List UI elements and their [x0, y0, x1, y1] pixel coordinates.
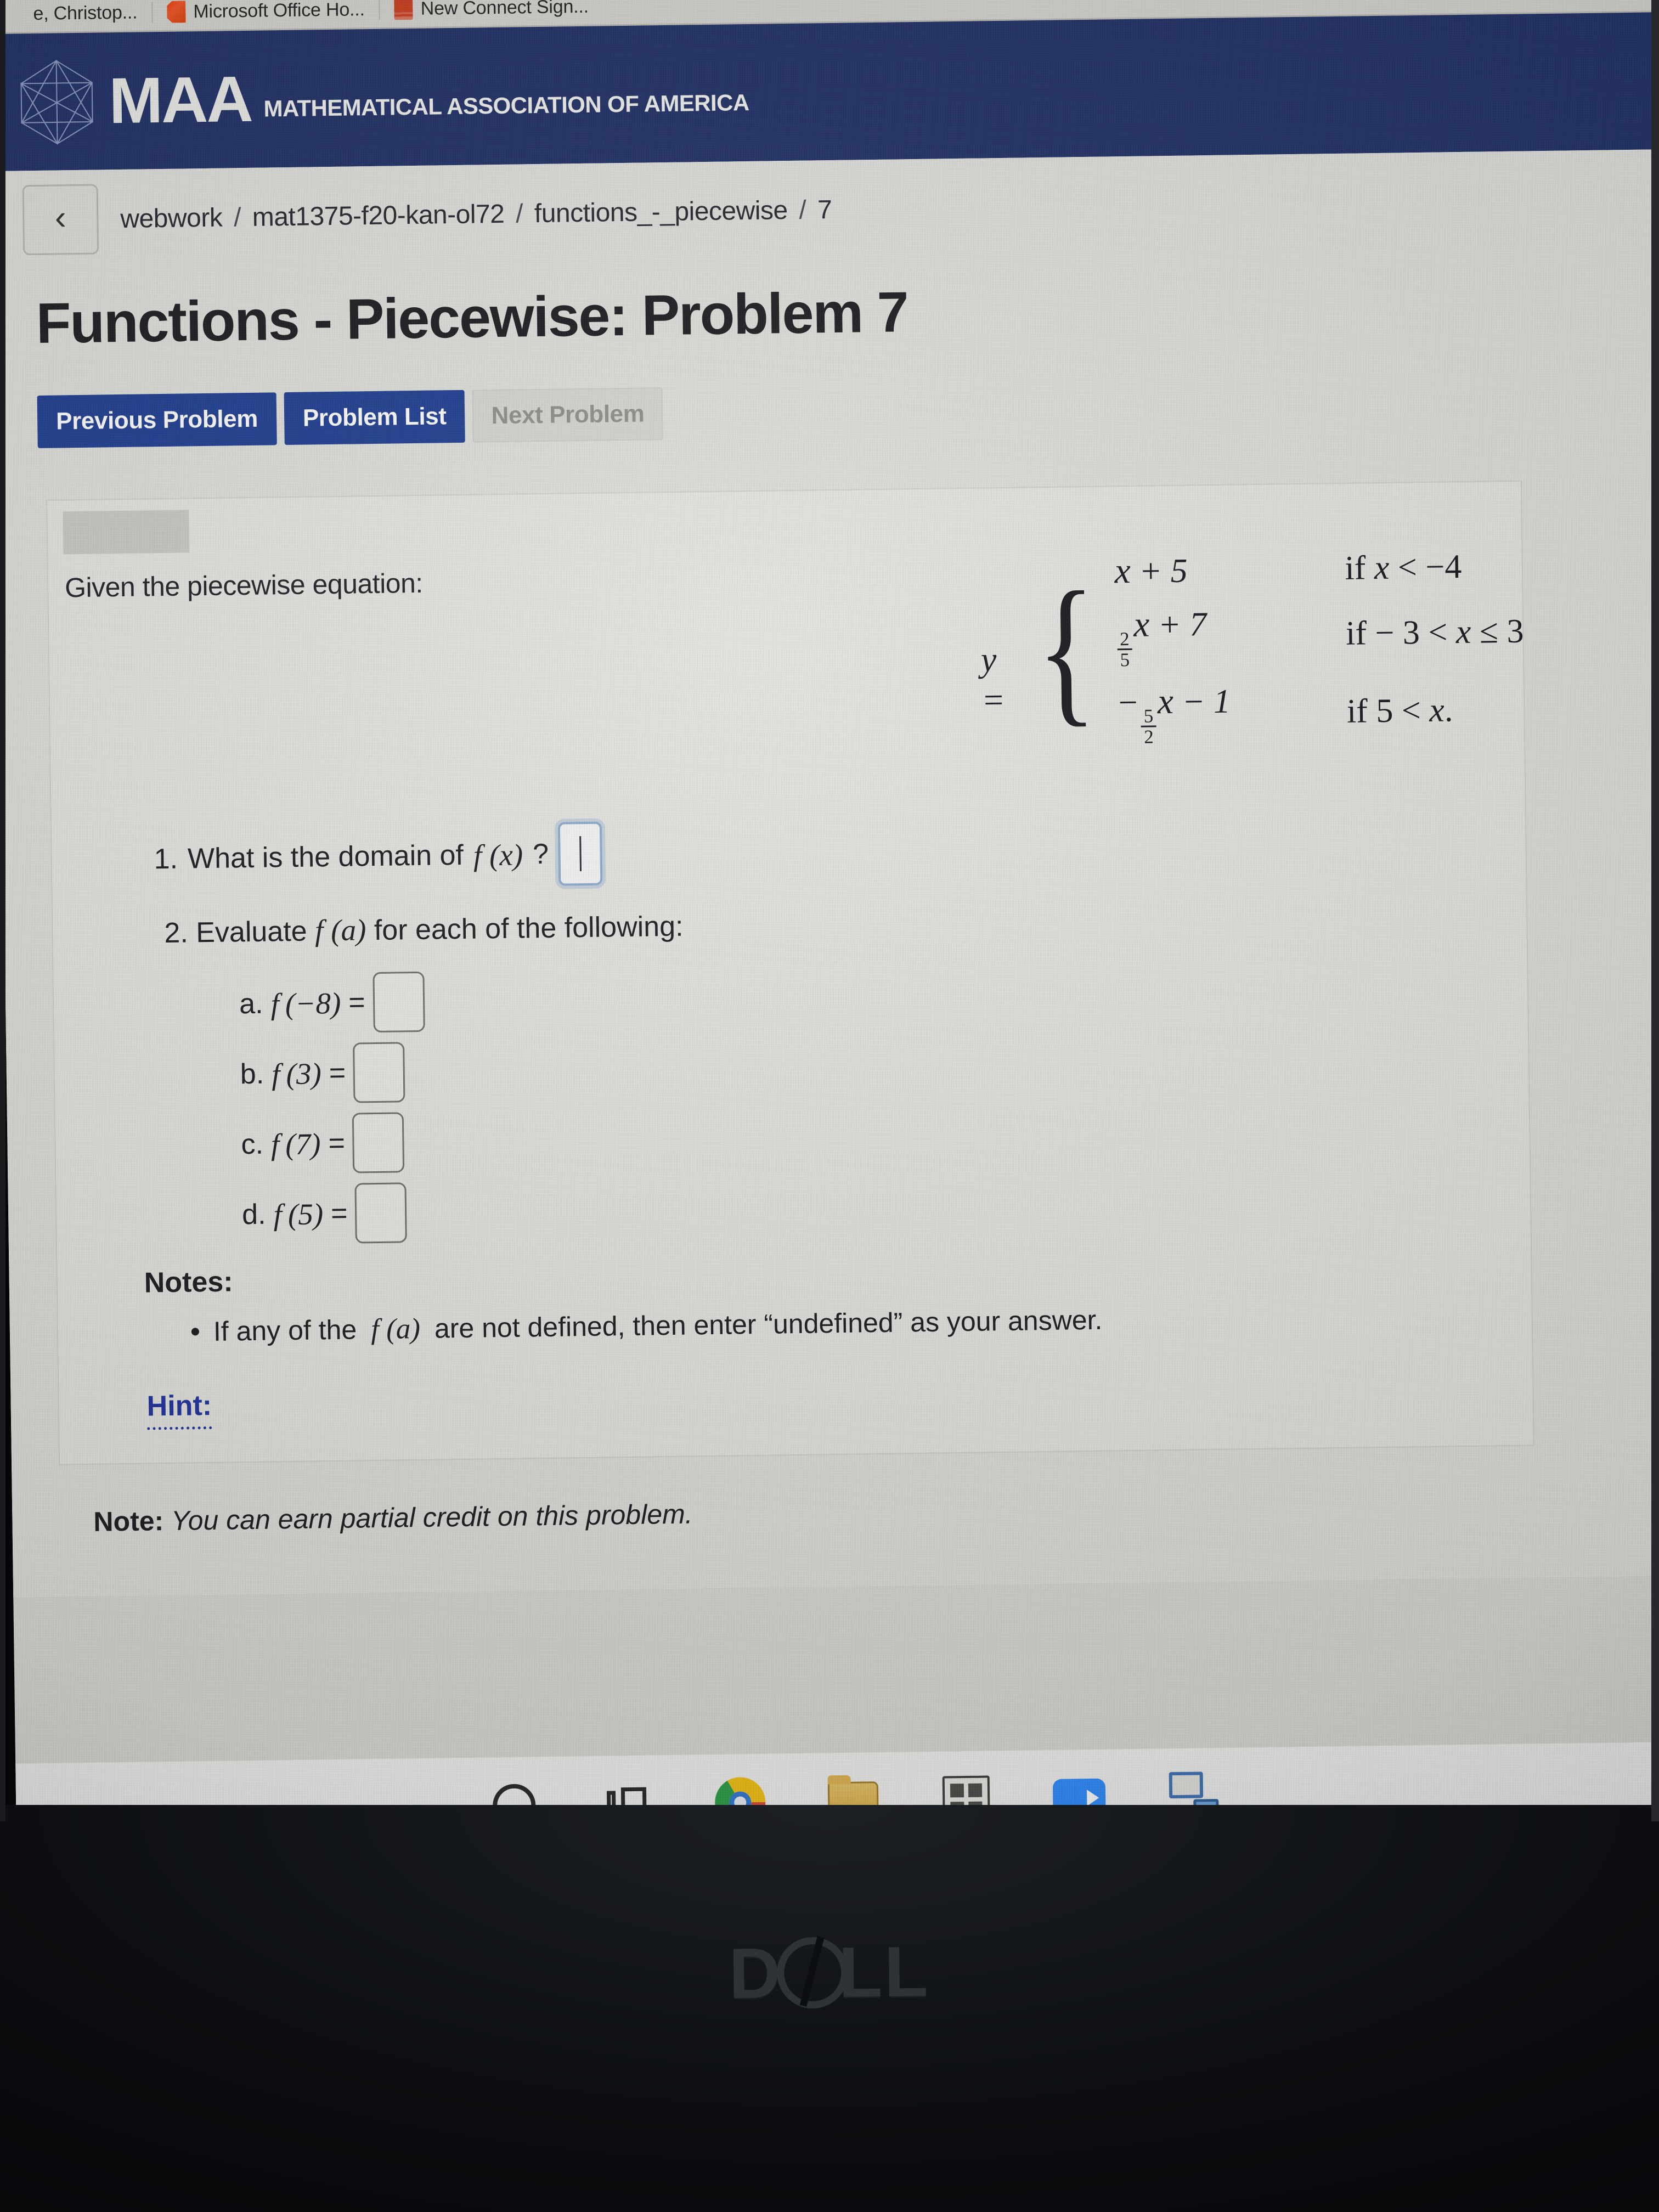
left-brace-icon: {: [1035, 558, 1097, 741]
text-caret: [579, 836, 582, 872]
photo-frame: e, Christop... Microsoft Office Ho... Ne…: [0, 0, 1659, 2212]
answer-input-a[interactable]: [372, 971, 425, 1033]
page-title: Functions - Piecewise: Problem 7: [36, 280, 909, 356]
fraction-5-2: 5 2: [1141, 705, 1156, 748]
question-1-number: 1.: [154, 843, 178, 876]
status-placeholder-chip: [63, 510, 190, 555]
answer-input-b[interactable]: [353, 1042, 405, 1103]
notes-text-before: If any of the: [213, 1314, 357, 1347]
sub-question-a-math: f (−8): [270, 986, 341, 1021]
sub-question-d: d. f (5) =: [241, 1177, 427, 1250]
sub-question-a-label: a.: [239, 988, 263, 1020]
equation-expression: x + 5: [1114, 550, 1188, 591]
notes-heading: Notes:: [144, 1266, 233, 1299]
photo-right-edge: [1651, 0, 1659, 1821]
back-button[interactable]: ‹: [22, 184, 99, 256]
notes-math: f (a): [370, 1313, 421, 1346]
sub-question-c-equals: =: [328, 1127, 346, 1160]
sub-question-b: b. f (3) =: [240, 1037, 426, 1109]
sub-question-b-equals: =: [329, 1057, 346, 1090]
site-header-banner: MAA MATHEMATICAL ASSOCIATION OF AMERICA: [0, 12, 1659, 171]
given-equation-label: Given the piecewise equation:: [64, 567, 424, 603]
question-1: 1. What is the domain of f (x) ?: [154, 821, 603, 891]
sub-question-list: a. f (−8) = b. f (3) = c. f (7) = d. f (…: [239, 967, 427, 1250]
question-2-text: Evaluate: [195, 915, 307, 949]
partial-credit-note-label: Note:: [93, 1505, 164, 1537]
browser-tab[interactable]: e, Christop...: [0, 0, 152, 34]
maa-logo-text[interactable]: MAA: [109, 63, 252, 137]
sub-question-d-label: d.: [241, 1198, 266, 1231]
red-doc-icon: [394, 0, 414, 20]
equation-expression: 2 5 x + 7: [1115, 601, 1346, 670]
hint-link[interactable]: Hint:: [146, 1389, 212, 1430]
equation-condition: if 5 < x.: [1346, 691, 1453, 730]
sub-question-c: c. f (7) =: [241, 1107, 427, 1180]
sub-question-c-math: f (7): [270, 1126, 321, 1161]
equation-condition: if x < −4: [1345, 548, 1462, 587]
next-problem-button: Next Problem: [472, 387, 664, 443]
laptop-bezel: D LL: [0, 1805, 1659, 2212]
dell-e-ring-icon: [766, 1927, 859, 2019]
question-1-text-after: ?: [532, 838, 549, 871]
piecewise-equation: y = { x + 5 if x < −4 2 5 x + 7 if − 3 <…: [979, 545, 1525, 749]
page-body: Functions - Piecewise: Problem 7 Previou…: [0, 248, 1659, 1598]
problem-list-button[interactable]: Problem List: [284, 390, 466, 445]
question-1-text: What is the domain of: [187, 839, 464, 875]
browser-tab[interactable]: New Connect Sign...: [380, 0, 603, 29]
partial-credit-note: Note: You can earn partial credit on thi…: [93, 1498, 693, 1538]
breadcrumb-item-webwork[interactable]: webwork: [120, 203, 223, 233]
breadcrumb-separator: /: [515, 199, 523, 229]
question-2: 2. Evaluate f (a) for each of the follow…: [164, 909, 684, 950]
dell-brand-logo: D LL: [729, 1925, 930, 2019]
equation-expression: − 5 2 x − 1: [1116, 681, 1231, 748]
browser-tab-title: Microsoft Office Ho...: [193, 0, 365, 22]
sub-question-c-label: c.: [241, 1128, 264, 1161]
answer-input-d[interactable]: [354, 1182, 408, 1244]
sub-question-a-equals: =: [348, 986, 366, 1019]
breadcrumb-item-set[interactable]: functions_-_piecewise: [534, 196, 788, 228]
equation-row: − 5 2 x − 1 if 5 < x.: [1116, 676, 1525, 748]
domain-input[interactable]: [558, 821, 603, 886]
office-icon: [167, 1, 186, 22]
breadcrumb-separator: /: [799, 195, 806, 225]
question-2-math: f (a): [314, 913, 366, 947]
breadcrumb-item-course[interactable]: mat1375-f20-kan-ol72: [252, 199, 504, 232]
question-1-math: f (x): [473, 837, 523, 872]
generic-favicon: [7, 3, 26, 25]
breadcrumb-separator: /: [233, 202, 241, 232]
chevron-left-icon: ‹: [54, 199, 67, 237]
browser-tab-title: e, Christop...: [33, 2, 138, 24]
question-2-text-after: for each of the following:: [374, 910, 684, 947]
breadcrumb-item-problem[interactable]: 7: [817, 195, 832, 224]
equation-row: x + 5 if x < −4: [1114, 545, 1523, 592]
equation-rows: x + 5 if x < −4 2 5 x + 7 if − 3 < x ≤ 3…: [1114, 545, 1525, 748]
icosahedron-icon: [20, 59, 94, 145]
photo-left-edge: [0, 0, 5, 1821]
problem-card: Given the piecewise equation: y = { x + …: [46, 480, 1534, 1465]
problem-nav-buttons: Previous Problem Problem List Next Probl…: [37, 387, 664, 448]
browser-tab[interactable]: Microsoft Office Ho...: [153, 0, 379, 32]
equation-lhs: y =: [980, 640, 1006, 720]
sub-question-a: a. f (−8) =: [239, 967, 425, 1039]
notes-list-item: If any of the f (a) are not defined, the…: [191, 1304, 1103, 1348]
notes-text-after: are not defined, then enter “undefined” …: [434, 1304, 1103, 1344]
partial-credit-note-text: You can earn partial credit on this prob…: [171, 1498, 693, 1536]
equation-row: 2 5 x + 7 if − 3 < x ≤ 3: [1115, 599, 1524, 670]
sub-question-d-math: f (5): [273, 1197, 324, 1231]
bullet-icon: [191, 1328, 200, 1336]
equation-condition: if − 3 < x ≤ 3: [1345, 612, 1524, 653]
fraction-2-5: 2 5: [1116, 628, 1132, 670]
answer-input-c[interactable]: [352, 1112, 405, 1173]
browser-tab-title: New Connect Sign...: [420, 0, 589, 19]
breadcrumb: webwork / mat1375-f20-kan-ol72 / functio…: [120, 195, 832, 234]
sub-question-b-math: f (3): [271, 1056, 322, 1091]
sub-question-b-label: b.: [240, 1058, 264, 1091]
question-2-number: 2.: [164, 917, 189, 950]
sub-question-d-equals: =: [330, 1197, 348, 1230]
maa-logo-subtitle: MATHEMATICAL ASSOCIATION OF AMERICA: [263, 89, 749, 122]
laptop-screen: e, Christop... Microsoft Office Ho... Ne…: [0, 0, 1659, 1860]
previous-problem-button[interactable]: Previous Problem: [37, 392, 277, 448]
